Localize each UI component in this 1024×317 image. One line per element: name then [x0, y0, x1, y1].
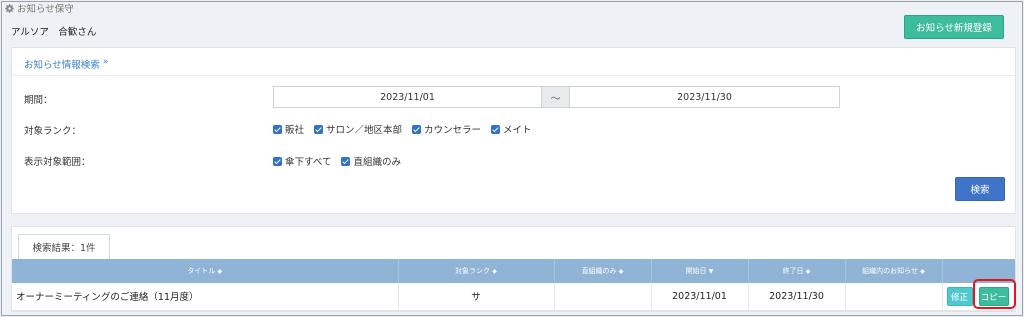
results-table: タイトル ◆ 対象ランク ◆ 直組織のみ ◆ 開始日 ▼ 終了日 ◆ 組織内のお…: [12, 259, 1015, 311]
page-title-text: お知らせ保守: [17, 4, 74, 15]
rank-label: 対象ランク：: [24, 126, 82, 137]
rank-checkbox-mate[interactable]: メイト: [491, 122, 532, 136]
end-date-input[interactable]: 2023/11/30: [569, 86, 840, 108]
rank-checkbox-counselor[interactable]: カウンセラー: [412, 122, 481, 136]
rank-checkbox-hansha[interactable]: 販社: [273, 122, 304, 136]
column-header-internal[interactable]: 組織内のお知らせ ◆: [845, 259, 943, 283]
sort-desc-icon: ▼: [708, 268, 714, 275]
row-end-date: 2023/11/30: [748, 283, 846, 311]
column-header-actions: [942, 259, 1015, 283]
period-label: 期間：: [24, 95, 53, 106]
row-start-date: 2023/11/01: [651, 283, 749, 311]
sort-icon: ◆: [920, 268, 925, 275]
table-header-row: タイトル ◆ 対象ランク ◆ 直組織のみ ◆ 開始日 ▼ 終了日 ◆ 組織内のお…: [12, 259, 1015, 283]
tab-search-results[interactable]: 検索結果：1件: [18, 234, 110, 259]
checkbox-checked-icon[interactable]: [491, 124, 501, 134]
row-rank: サ: [398, 283, 555, 311]
scope-checkbox-direct[interactable]: 直組織のみ: [341, 154, 401, 168]
date-range-separator: 〜: [542, 86, 569, 108]
chevron-down-icon: »: [102, 57, 109, 67]
register-notice-button[interactable]: お知らせ新規登録: [904, 15, 1004, 39]
copy-button[interactable]: コピー: [978, 287, 1009, 306]
gear-icon: [5, 3, 14, 13]
column-header-title[interactable]: タイトル ◆: [12, 259, 399, 283]
search-panel: お知らせ情報検索 » 期間： 2023/11/01 〜 2023/11/30 対…: [11, 47, 1016, 214]
row-title: オーナーミーティングのご連絡（11月度）: [12, 283, 399, 311]
sort-icon: ◆: [805, 268, 811, 275]
checkbox-checked-icon[interactable]: [341, 156, 351, 166]
user-name: アルソア 合歓さん: [11, 27, 97, 38]
rank-checkbox-salon[interactable]: サロン／地区本部: [314, 122, 402, 136]
scope-checkboxes: 傘下すべて 直組織のみ: [273, 154, 401, 168]
row-internal: [845, 283, 943, 311]
search-panel-toggle[interactable]: お知らせ情報検索 »: [12, 48, 1015, 76]
column-header-direct-only[interactable]: 直組織のみ ◆: [554, 259, 652, 283]
search-button[interactable]: 検索: [955, 177, 1005, 201]
row-direct-only: [554, 283, 652, 311]
checkbox-checked-icon[interactable]: [273, 124, 282, 134]
column-header-rank[interactable]: 対象ランク ◆: [398, 259, 555, 283]
checkbox-checked-icon[interactable]: [314, 124, 324, 134]
scope-label: 表示対象範囲：: [24, 157, 91, 168]
page-title: お知らせ保守: [5, 1, 74, 15]
rank-checkboxes: 販社 サロン／地区本部 カウンセラー メイト: [273, 122, 532, 136]
sort-icon: ◆: [217, 268, 223, 275]
results-panel: 検索結果：1件 タイトル ◆ 対象ランク ◆ 直組織のみ ◆ 開始日 ▼ 終了日…: [11, 226, 1016, 312]
table-row: オーナーミーティングのご連絡（11月度） サ 2023/11/01 2023/1…: [12, 283, 1015, 311]
checkbox-checked-icon[interactable]: [273, 156, 282, 166]
scope-checkbox-all[interactable]: 傘下すべて: [273, 154, 331, 168]
sort-icon: ◆: [492, 268, 497, 275]
column-header-end-date[interactable]: 終了日 ◆: [748, 259, 846, 283]
start-date-input[interactable]: 2023/11/01: [273, 86, 542, 108]
column-header-start-date[interactable]: 開始日 ▼: [651, 259, 749, 283]
sort-icon: ◆: [618, 268, 624, 275]
search-panel-title: お知らせ情報検索: [24, 60, 100, 71]
row-actions: 修正 コピー: [942, 283, 1015, 311]
edit-button[interactable]: 修正: [946, 287, 973, 306]
checkbox-checked-icon[interactable]: [412, 124, 422, 134]
